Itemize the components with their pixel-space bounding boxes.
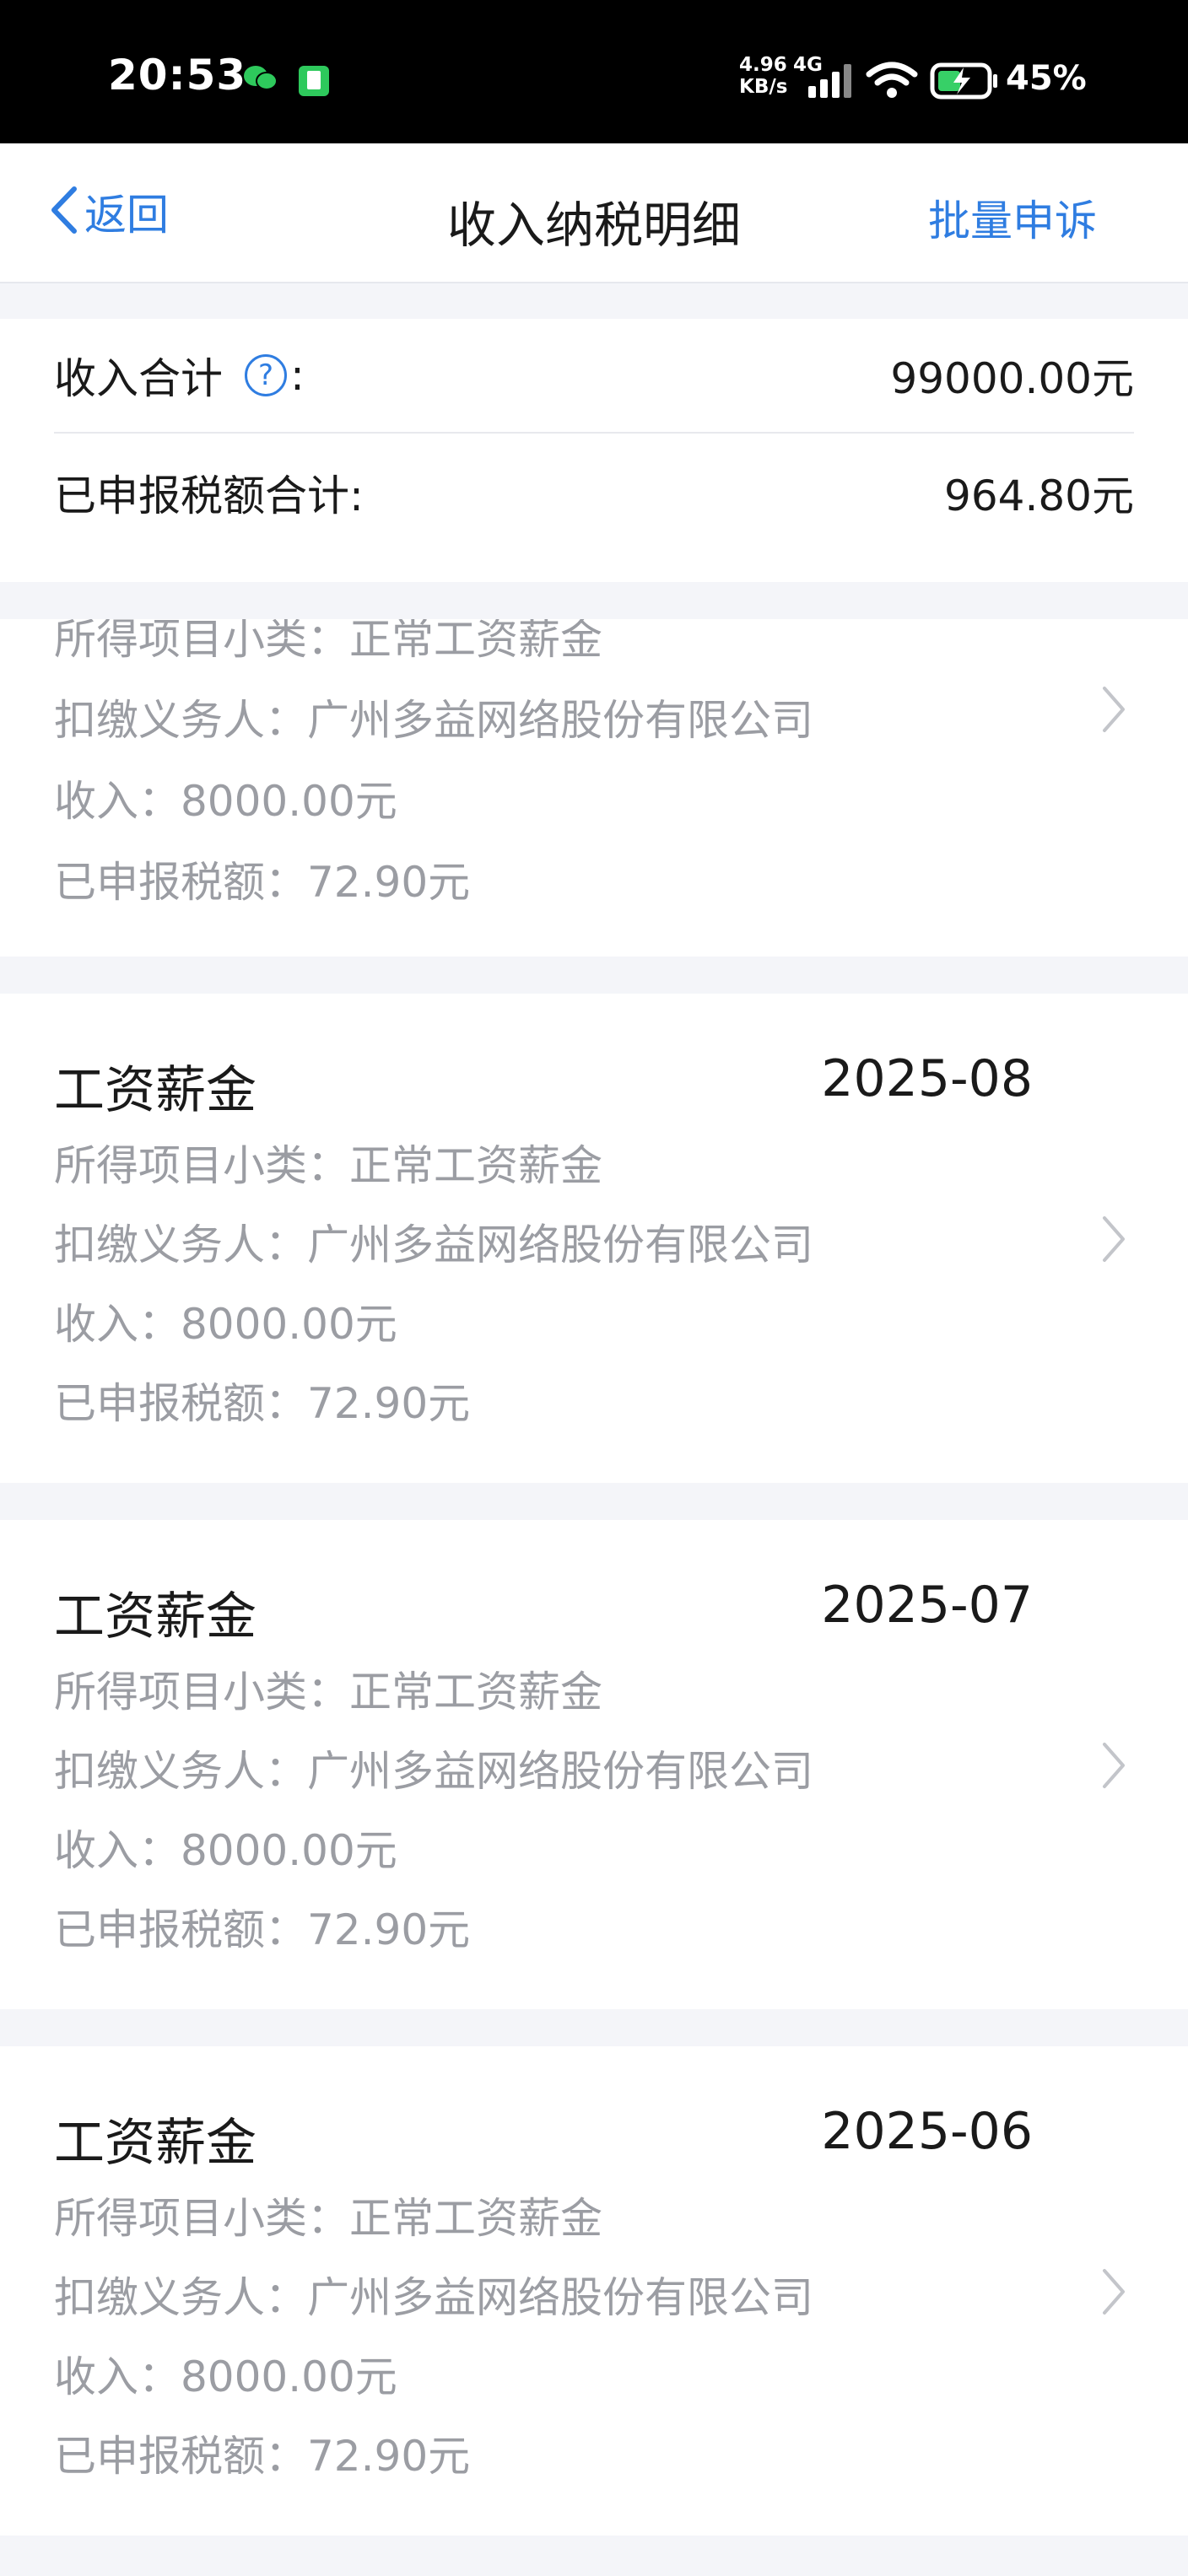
tax-total-value: 964.80元	[944, 472, 1134, 520]
income-total-colon: :	[290, 351, 305, 400]
record-income: 收入：8000.00元	[54, 1826, 397, 1875]
income-total-value: 99000.00元	[890, 354, 1134, 403]
record-tax: 已申报税额：72.90元	[54, 858, 471, 907]
signal-icon	[808, 62, 856, 103]
battery-percent: 45%	[1006, 59, 1087, 98]
notification-app-icon	[297, 64, 331, 101]
summary-panel: 收入合计 ? : 99000.00元 已申报税额合计: 964.80元	[0, 319, 1188, 582]
record-withholder: 扣缴义务人：广州多益网络股份有限公司	[54, 1221, 813, 1269]
record-income: 收入：8000.00元	[54, 1300, 397, 1349]
tax-total-row: 已申报税额合计: 964.80元	[54, 435, 1134, 550]
chevron-right-icon	[1100, 1215, 1127, 1267]
record-subcategory: 所得项目小类：正常工资薪金	[54, 2194, 602, 2243]
record-subcategory: 所得项目小类：正常工资薪金	[54, 1141, 602, 1190]
record-withholder: 扣缴义务人：广州多益网络股份有限公司	[54, 696, 813, 745]
wifi-icon	[866, 61, 918, 103]
record-withholder: 扣缴义务人：广州多益网络股份有限公司	[54, 1747, 813, 1796]
record-subcategory: 所得项目小类：正常工资薪金	[54, 619, 602, 664]
record-income: 收入：8000.00元	[54, 777, 397, 826]
network-speed-unit: KB/s	[739, 76, 788, 98]
record-subcategory: 所得项目小类：正常工资薪金	[54, 1668, 602, 1716]
record-title: 工资薪金	[54, 2114, 256, 2173]
record-tax: 已申报税额：72.90元	[54, 2432, 471, 2481]
record-date: 2025-07	[821, 1576, 1033, 1635]
record-income: 收入：8000.00元	[54, 2352, 397, 2401]
status-time: 20:53	[108, 51, 247, 100]
network-speed-value: 4.96	[739, 54, 787, 76]
record-date: 2025-08	[821, 1049, 1033, 1108]
network-speed: 4.96 KB/s	[739, 54, 787, 98]
battery-icon	[930, 62, 999, 103]
income-record-card[interactable]: 工资薪金 2025-08 所得项目小类：正常工资薪金 扣缴义务人：广州多益网络股…	[0, 994, 1188, 1483]
chevron-right-icon	[1100, 1741, 1127, 1793]
help-icon[interactable]: ?	[245, 354, 287, 396]
wechat-icon	[243, 64, 278, 96]
tax-total-label: 已申报税额合计:	[54, 472, 364, 520]
record-title: 工资薪金	[54, 1061, 256, 1120]
record-date: 2025-06	[821, 2102, 1033, 2161]
record-title: 工资薪金	[54, 1587, 256, 1646]
chevron-right-icon	[1100, 2267, 1127, 2320]
income-record-card[interactable]: 所得项目小类：正常工资薪金 扣缴义务人：广州多益网络股份有限公司 收入：8000…	[0, 619, 1188, 957]
status-bar: 20:53 4.96 KB/s 4G 45%	[0, 0, 1188, 143]
batch-appeal-button[interactable]: 批量申诉	[928, 187, 1097, 248]
record-withholder: 扣缴义务人：广州多益网络股份有限公司	[54, 2273, 813, 2322]
income-record-card[interactable]: 工资薪金 2025-07 所得项目小类：正常工资薪金 扣缴义务人：广州多益网络股…	[0, 1520, 1188, 2009]
income-record-card[interactable]: 工资薪金 2025-06 所得项目小类：正常工资薪金 扣缴义务人：广州多益网络股…	[0, 2046, 1188, 2536]
chevron-right-icon	[1100, 685, 1127, 737]
record-tax: 已申报税额：72.90元	[54, 1905, 471, 1954]
income-total-row: 收入合计 ? : 99000.00元	[54, 319, 1134, 434]
navigation-bar: 返回 收入纳税明细 批量申诉	[0, 143, 1188, 283]
record-tax: 已申报税额：72.90元	[54, 1379, 471, 1428]
income-total-label: 收入合计	[54, 354, 223, 403]
